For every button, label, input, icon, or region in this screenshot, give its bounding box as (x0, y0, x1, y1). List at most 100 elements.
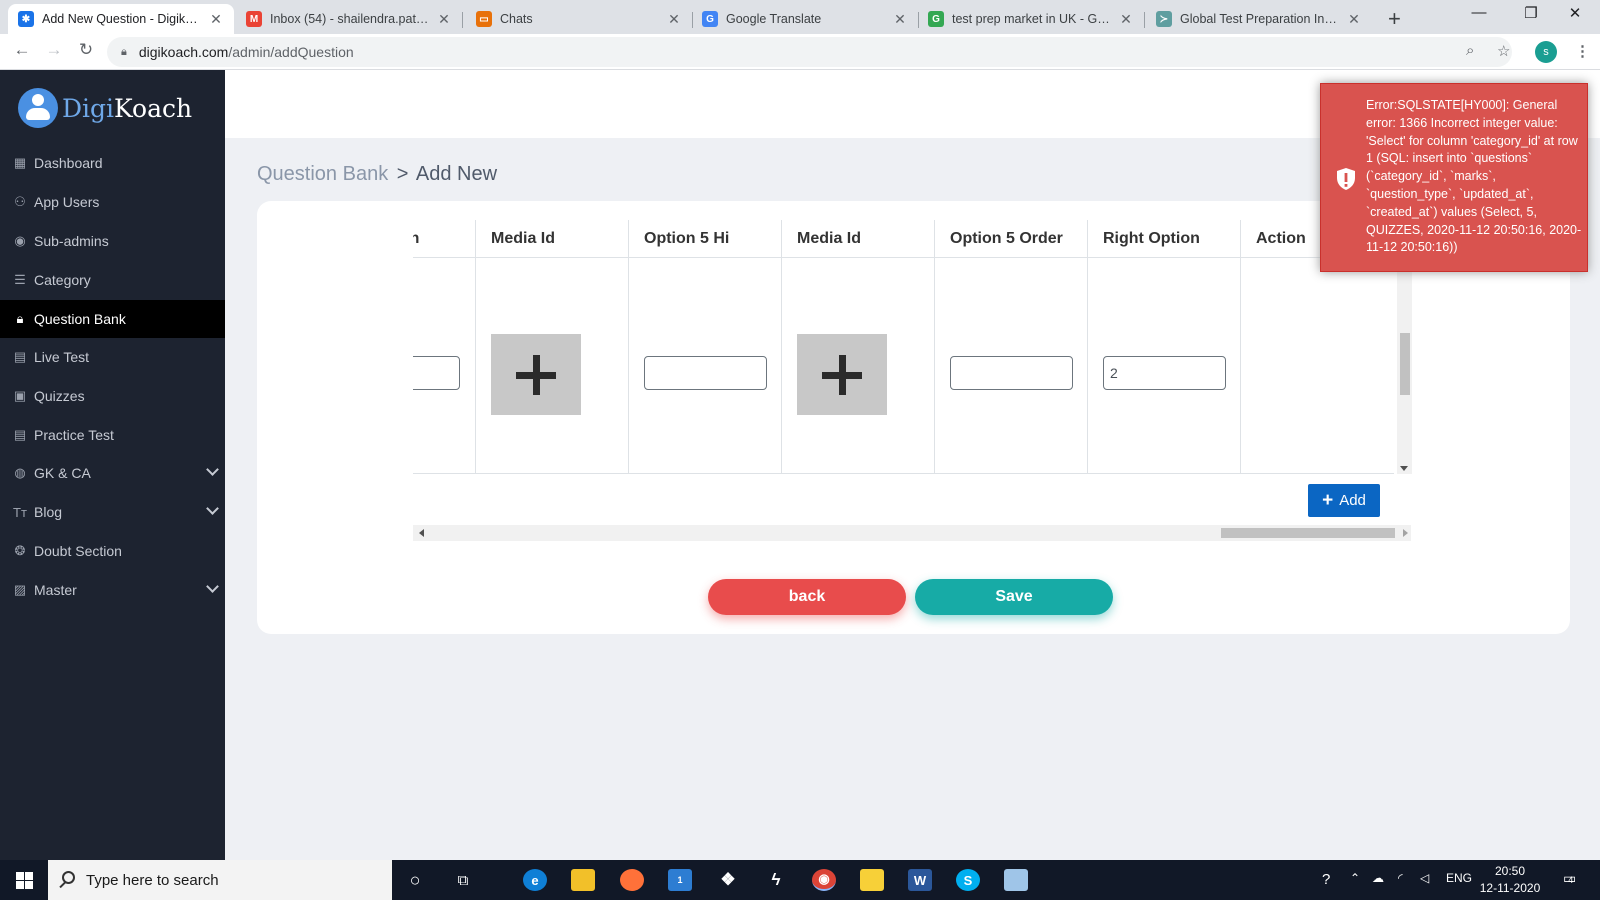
vertical-scrollbar[interactable] (1397, 258, 1412, 474)
plus-icon: + (1322, 489, 1334, 511)
close-tab-icon[interactable]: ✕ (436, 11, 452, 28)
cortana-icon[interactable]: ○ (403, 869, 427, 891)
close-tab-icon[interactable]: ✕ (1118, 11, 1134, 28)
reload-icon[interactable]: ↻ (74, 40, 98, 60)
scroll-left-icon[interactable] (419, 529, 424, 537)
sidebar: DigiKoach ▦ Dashboard ⚇ App Users ◉ Sub-admin… (0, 70, 225, 860)
close-tab-icon[interactable]: ✕ (208, 11, 224, 28)
chrome-icon[interactable]: ◉ (812, 869, 836, 891)
zoom-search-icon[interactable]: ⌕ (1466, 42, 1474, 59)
close-tab-icon[interactable]: ✕ (892, 11, 908, 28)
option-5-order-input[interactable] (950, 356, 1073, 390)
close-tab-icon[interactable]: ✕ (1346, 11, 1362, 28)
sidebar-item-sub-admins[interactable]: ◉ Sub-admins (0, 222, 225, 260)
sticky-notes-icon[interactable] (860, 869, 884, 891)
minimize-icon[interactable]: — (1456, 4, 1502, 21)
back-arrow-icon[interactable]: ← (10, 40, 34, 60)
close-tab-icon[interactable]: ✕ (666, 11, 682, 28)
chevron-down-icon[interactable] (206, 580, 219, 593)
taskbar-clock[interactable]: 20:50 12-11-2020 (1478, 863, 1542, 897)
address-bar[interactable]: 🔒︎ digikoach.com/admin/addQuestion (107, 37, 1512, 67)
sidebar-item-quizzes[interactable]: ▣ Quizzes (0, 377, 225, 415)
table-cell (476, 258, 629, 474)
lock-icon: 🔒︎ (121, 45, 127, 58)
browser-tab[interactable]: ✱ Add New Question - Digikoach ✕ (8, 4, 234, 34)
scroll-right-icon[interactable] (1403, 529, 1408, 537)
language-indicator[interactable]: ENG (1446, 871, 1472, 885)
paint-icon[interactable] (1004, 869, 1028, 891)
add-media-button[interactable] (491, 334, 581, 415)
scroll-down-icon[interactable] (1400, 466, 1408, 471)
option-5-hi-input[interactable] (644, 356, 767, 390)
vertical-scroll-thumb[interactable] (1400, 333, 1410, 395)
sidebar-item-live-test[interactable]: ▤ Live Test (0, 338, 225, 376)
table-cell (413, 258, 476, 474)
sidebar-item-doubt-section[interactable]: ❂ Doubt Section (0, 532, 225, 570)
chevron-down-icon[interactable] (206, 502, 219, 515)
mail-icon[interactable]: 1 (668, 869, 692, 891)
browser-tab[interactable]: M Inbox (54) - shailendra.pathak@ ✕ (236, 4, 462, 34)
dashboard-icon: ▦ (13, 155, 27, 170)
table-row: 2 (413, 258, 1394, 474)
chat-icon: ▭ (476, 11, 492, 27)
chevron-up-icon[interactable]: ⌃ (1350, 871, 1360, 885)
google-icon: G (928, 11, 944, 27)
notification-center-icon[interactable]: ▭4 (1563, 870, 1576, 887)
new-tab-button[interactable]: + (1388, 6, 1401, 32)
save-button[interactable]: Save (915, 579, 1113, 615)
breadcrumb-current: Add New (415, 163, 498, 185)
browser-tab[interactable]: ▭ Chats ✕ (466, 4, 692, 34)
task-view-icon[interactable]: ⧉ (451, 869, 475, 891)
action-cell (1241, 258, 1394, 474)
volume-icon[interactable]: ◁ (1420, 871, 1429, 885)
network-icon[interactable]: ☁ (1372, 871, 1384, 885)
column-header: Option 5 Hi (629, 220, 782, 258)
sidebar-item-app-users[interactable]: ⚇ App Users (0, 183, 225, 221)
digikoach-logo[interactable]: DigiKoach (18, 88, 192, 128)
sidebar-item-label: Doubt Section (34, 543, 122, 559)
close-window-icon[interactable]: ✕ (1552, 4, 1598, 22)
sidebar-item-question-bank[interactable]: 🔒︎ Question Bank (0, 300, 225, 338)
breadcrumb-parent[interactable]: Question Bank (257, 163, 388, 185)
horizontal-scroll-thumb[interactable] (1221, 528, 1395, 538)
windows-start-button[interactable] (0, 860, 48, 900)
tab-title: test prep market in UK - Googl (952, 12, 1114, 26)
sidebar-item-blog[interactable]: Tт Blog (0, 493, 225, 531)
chevron-down-icon[interactable] (206, 463, 219, 476)
option-en-input[interactable] (413, 356, 460, 390)
help-icon[interactable]: ? (1322, 871, 1330, 888)
edge-icon[interactable]: e (523, 869, 547, 891)
word-icon[interactable]: W (908, 869, 932, 891)
error-toast[interactable]: Error:SQLSTATE[HY000]: General error: 13… (1320, 83, 1588, 272)
right-option-input[interactable]: 2 (1103, 356, 1226, 390)
restore-icon[interactable]: ❐ (1508, 4, 1554, 22)
mail-badge: 1 (677, 875, 683, 885)
column-header: En (413, 220, 476, 258)
firefox-icon[interactable] (620, 869, 644, 891)
dropbox-icon[interactable]: ❖ (716, 869, 740, 891)
forward-arrow-icon[interactable]: → (42, 40, 66, 60)
sidebar-item-gk-ca[interactable]: ◍ GK & CA (0, 454, 225, 492)
profile-avatar[interactable]: s (1535, 41, 1557, 63)
bookmark-star-icon[interactable]: ☆ (1497, 42, 1510, 60)
tab-separator (462, 12, 463, 28)
browser-tab[interactable]: ≻ Global Test Preparation Industr ✕ (1146, 4, 1372, 34)
sidebar-item-master[interactable]: ▨ Master (0, 571, 225, 609)
wifi-icon[interactable]: ◜ (1398, 871, 1403, 885)
menu-kebab-icon[interactable]: ⋮ (1575, 42, 1590, 60)
add-row-button[interactable]: + Add (1308, 484, 1380, 517)
skype-icon[interactable]: S (956, 869, 980, 891)
browser-tab[interactable]: G Google Translate ✕ (692, 4, 918, 34)
sidebar-item-dashboard[interactable]: ▦ Dashboard (0, 144, 225, 182)
sidebar-item-practice-test[interactable]: ▤ Practice Test (0, 416, 225, 454)
horizontal-scrollbar[interactable] (413, 525, 1411, 541)
taskbar-search-box[interactable]: Type here to search (48, 860, 392, 900)
browser-tab[interactable]: Gtest prep market in UK - Googl ✕ (918, 4, 1144, 34)
sidebar-item-category[interactable]: ☰ Category (0, 261, 225, 299)
add-media-button[interactable] (797, 334, 887, 415)
back-button[interactable]: back (708, 579, 906, 615)
bolt-app-icon[interactable]: ϟ (764, 869, 788, 891)
table-cell (782, 258, 935, 474)
file-explorer-icon[interactable] (571, 869, 595, 891)
tab-title: Global Test Preparation Industr (1180, 12, 1342, 26)
